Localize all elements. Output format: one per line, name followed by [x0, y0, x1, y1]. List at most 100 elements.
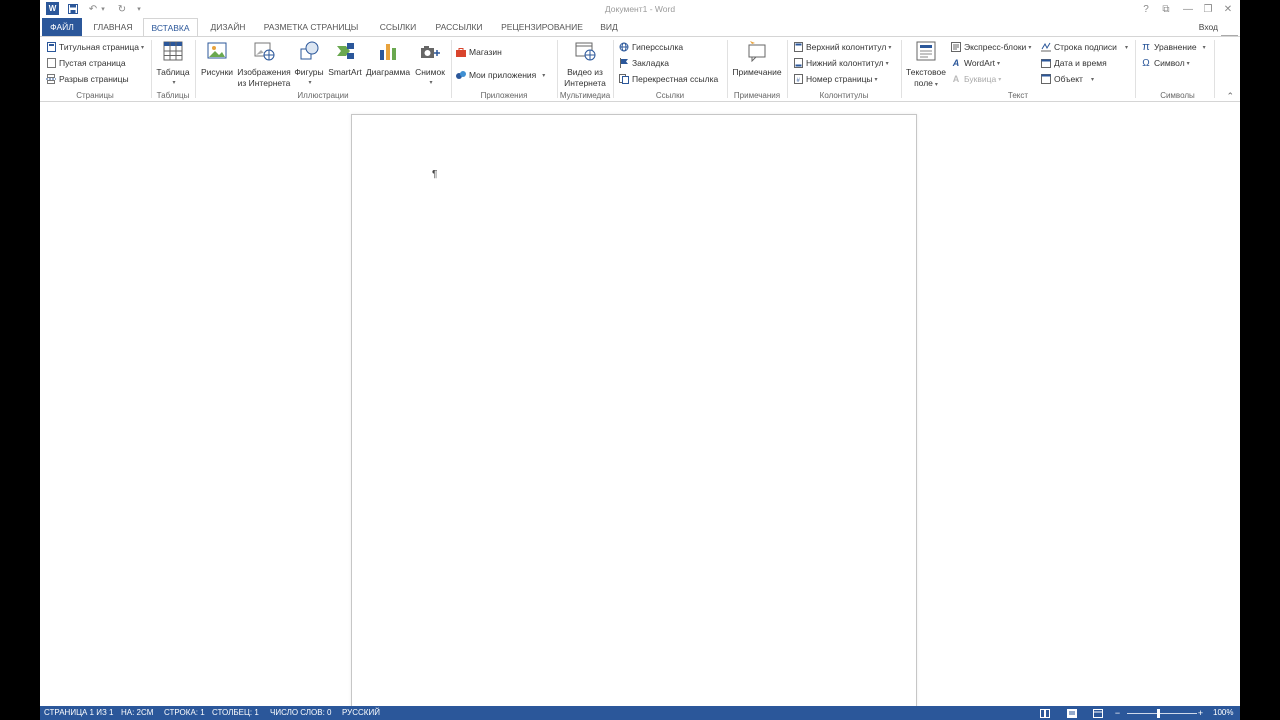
help-icon[interactable]: ?: [1136, 2, 1156, 16]
collapse-ribbon-icon[interactable]: ⌃: [1226, 91, 1234, 102]
my-apps-button[interactable]: Мои приложения ▾: [456, 68, 545, 82]
tab-mailings[interactable]: РАССЫЛКИ: [430, 18, 488, 36]
tab-home[interactable]: ГЛАВНАЯ: [86, 18, 140, 36]
text-box-button[interactable]: Текстовое поле ▾: [903, 40, 949, 91]
window-title: Документ1 - Word: [604, 4, 676, 14]
table-button[interactable]: Таблица ▾: [153, 40, 193, 89]
cover-page-button[interactable]: Титульная страница ▾: [46, 40, 144, 54]
group-divider: [727, 40, 728, 98]
footer-button[interactable]: Нижний колонтитул ▾: [793, 56, 889, 70]
online-picture-icon: [253, 40, 275, 62]
quick-parts-icon: [951, 42, 961, 52]
title-bar: W ↶ ▾ ↻ ▾ Документ1 - Word ? ⧉ — ❐ ✕: [40, 0, 1240, 18]
group-label-comments: Примечания: [733, 91, 781, 100]
document-page[interactable]: ¶: [351, 114, 917, 714]
online-video-button[interactable]: Видео из Интернета: [560, 40, 610, 89]
group-divider: [1214, 40, 1215, 98]
status-position[interactable]: НА: 2СМ: [121, 708, 153, 717]
store-icon: [456, 47, 466, 57]
store-button[interactable]: Магазин: [456, 45, 502, 59]
page-number-button[interactable]: # Номер страницы ▾: [793, 72, 878, 86]
cross-reference-button[interactable]: Перекрестная ссылка: [619, 72, 718, 86]
comment-icon: [746, 40, 768, 63]
camera-icon: [419, 40, 441, 62]
group-divider: [901, 40, 902, 98]
chart-button[interactable]: Диаграмма: [364, 40, 412, 78]
tab-file[interactable]: ФАЙЛ: [42, 18, 82, 36]
comment-button[interactable]: Примечание: [729, 40, 785, 78]
smartart-button[interactable]: SmartArt: [326, 40, 364, 78]
minimize-icon[interactable]: —: [1178, 2, 1198, 16]
shapes-button[interactable]: Фигуры ▾: [292, 40, 326, 89]
tab-insert[interactable]: ВСТАВКА: [143, 18, 198, 37]
group-divider: [451, 40, 452, 98]
header-button[interactable]: Верхний колонтитул ▾: [793, 40, 891, 54]
my-apps-icon: [456, 70, 466, 80]
tab-page-layout[interactable]: РАЗМЕТКА СТРАНИЦЫ: [260, 18, 362, 36]
ribbon-display-options-icon[interactable]: ⧉: [1156, 2, 1176, 16]
wordart-button[interactable]: A WordArt ▾: [951, 56, 1000, 70]
status-word-count[interactable]: ЧИСЛО СЛОВ: 0: [270, 708, 332, 717]
web-layout-icon[interactable]: [1092, 708, 1103, 718]
screenshot-button[interactable]: Снимок ▾: [412, 40, 448, 89]
group-divider: [151, 40, 152, 98]
drop-cap-button[interactable]: A Буквица ▾: [951, 72, 1002, 86]
group-label-links: Ссылки: [655, 91, 685, 100]
zoom-out-icon[interactable]: −: [1112, 708, 1123, 718]
blank-page-icon: [46, 58, 56, 68]
tab-design[interactable]: ДИЗАЙН: [202, 18, 254, 36]
hyperlink-button[interactable]: Гиперссылка: [619, 40, 683, 54]
status-column[interactable]: СТОЛБЕЦ: 1: [212, 708, 259, 717]
chart-icon: [377, 40, 399, 62]
tab-references[interactable]: ССЫЛКИ: [373, 18, 423, 36]
pictures-button[interactable]: Рисунки: [198, 40, 236, 78]
sign-in-link[interactable]: Вход: [1199, 22, 1218, 32]
wordart-icon: A: [952, 58, 960, 68]
restore-icon[interactable]: ❐: [1198, 2, 1218, 16]
group-divider: [613, 40, 614, 98]
print-layout-icon[interactable]: [1066, 708, 1077, 718]
tab-review[interactable]: РЕЦЕНЗИРОВАНИЕ: [495, 18, 589, 36]
quick-parts-button[interactable]: Экспресс-блоки ▾: [951, 40, 1031, 54]
header-icon: [793, 42, 803, 52]
group-divider: [195, 40, 196, 98]
pi-icon: π: [1142, 41, 1150, 53]
object-button[interactable]: Объект ▾: [1041, 72, 1094, 86]
status-page[interactable]: СТРАНИЦА 1 ИЗ 1: [44, 708, 113, 717]
group-label-text: Текст: [1007, 91, 1029, 100]
date-time-button[interactable]: Дата и время: [1041, 56, 1107, 70]
table-icon: [162, 40, 184, 62]
zoom-slider-track[interactable]: [1127, 713, 1197, 714]
bookmark-button[interactable]: Закладка: [619, 56, 669, 70]
zoom-in-icon[interactable]: +: [1195, 708, 1206, 718]
shapes-icon: [298, 40, 320, 62]
read-mode-icon[interactable]: [1039, 708, 1050, 718]
footer-icon: [793, 58, 803, 68]
signature-line-button[interactable]: Строка подписи ▾: [1041, 40, 1128, 54]
tab-view[interactable]: ВИД: [595, 18, 623, 36]
omega-icon: Ω: [1142, 57, 1150, 69]
status-language[interactable]: РУССКИЙ: [342, 708, 380, 717]
page-break-button[interactable]: Разрыв страницы: [46, 72, 129, 86]
group-label-apps: Приложения: [480, 91, 528, 100]
calendar-icon: [1041, 58, 1051, 68]
bookmark-icon: [619, 58, 629, 68]
zoom-slider-thumb[interactable]: [1157, 709, 1160, 718]
close-icon[interactable]: ✕: [1218, 2, 1238, 16]
symbol-button[interactable]: Ω Символ ▾: [1141, 56, 1189, 70]
status-line[interactable]: СТРОКА: 1: [164, 708, 205, 717]
status-bar: СТРАНИЦА 1 ИЗ 1 НА: 2СМ СТРОКА: 1 СТОЛБЕ…: [40, 706, 1240, 720]
page-number-icon: #: [793, 74, 803, 84]
hyperlink-icon: [619, 42, 629, 52]
picture-icon: [206, 40, 228, 62]
group-label-media: Мультимедиа: [559, 91, 611, 100]
blank-page-button[interactable]: Пустая страница: [46, 56, 126, 70]
group-label-illustrations: Иллюстрации: [297, 91, 349, 100]
signature-line-icon: [1041, 42, 1051, 52]
equation-button[interactable]: π Уравнение ▾: [1141, 40, 1205, 54]
group-divider: [787, 40, 788, 98]
online-pictures-button[interactable]: Изображения из Интернета: [236, 40, 292, 89]
zoom-level[interactable]: 100%: [1213, 708, 1233, 717]
online-video-icon: [574, 40, 596, 62]
group-divider: [557, 40, 558, 98]
